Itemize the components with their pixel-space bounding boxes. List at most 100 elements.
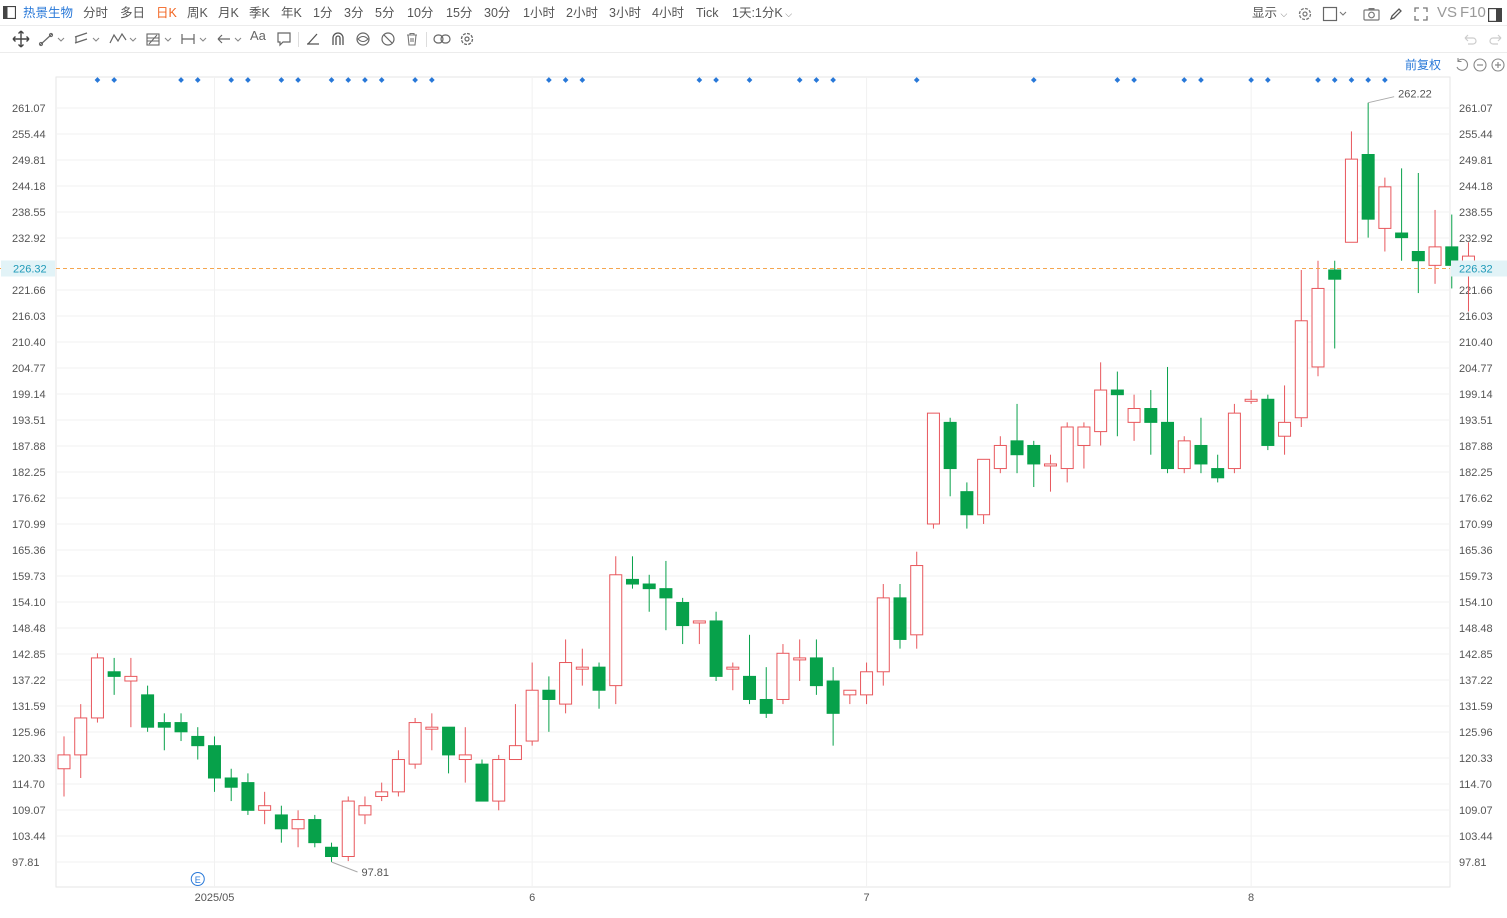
candle-body[interactable] (508, 745, 522, 761)
redo-icon[interactable] (1488, 29, 1504, 49)
period-tab-18[interactable]: 1天:1分K ⌵ (732, 0, 792, 26)
candle-body[interactable] (625, 578, 639, 585)
period-tab-7[interactable]: 1分 (313, 0, 332, 26)
candle-body[interactable] (207, 745, 221, 779)
settings-icon[interactable] (459, 29, 475, 49)
period-tab-10[interactable]: 10分 (407, 0, 433, 26)
candle-body[interactable] (642, 583, 656, 590)
candle-body[interactable] (993, 444, 1007, 470)
stock-name[interactable]: 热景生物 (23, 0, 73, 26)
period-tab-11[interactable]: 15分 (446, 0, 472, 26)
candle-body[interactable] (809, 657, 823, 687)
line-icon[interactable] (38, 29, 66, 49)
period-tab-8[interactable]: 3分 (344, 0, 363, 26)
candle-body[interactable] (960, 491, 974, 516)
reset-icon[interactable] (1454, 57, 1470, 73)
settings-icon[interactable] (1297, 4, 1313, 24)
fullscreen-icon[interactable] (1413, 4, 1429, 24)
link-icon[interactable] (433, 29, 451, 49)
candle-body[interactable] (90, 657, 104, 719)
trash-icon[interactable] (404, 29, 420, 49)
candle-body[interactable] (826, 680, 840, 714)
candle-body[interactable] (224, 777, 238, 788)
candle-body[interactable] (676, 601, 690, 627)
fib-icon[interactable] (145, 29, 173, 49)
candle-body[interactable] (910, 565, 924, 636)
zoom-in-icon[interactable] (1490, 57, 1506, 73)
candle-body[interactable] (1161, 421, 1175, 470)
candle-body[interactable] (1311, 287, 1325, 368)
candle-body[interactable] (492, 759, 506, 802)
candle-body[interactable] (408, 722, 422, 765)
candle-body[interactable] (759, 698, 773, 714)
magnet-icon[interactable] (330, 29, 346, 49)
candle-body[interactable] (1194, 444, 1208, 465)
candle-body[interactable] (1127, 408, 1141, 423)
candle-body[interactable] (1278, 421, 1292, 437)
menu-icon[interactable] (2, 5, 16, 19)
period-tab-4[interactable]: 月K (218, 0, 239, 26)
candle-body[interactable] (1294, 320, 1308, 419)
candle-body[interactable] (1361, 154, 1375, 220)
arrow-icon[interactable] (216, 29, 244, 49)
candle-body[interactable] (124, 675, 138, 682)
candle-body[interactable] (341, 800, 355, 858)
vs-button[interactable]: VS (1437, 0, 1457, 26)
candle-body[interactable] (57, 754, 71, 770)
candle-body[interactable] (860, 671, 874, 696)
period-tab-5[interactable]: 季K (249, 0, 270, 26)
period-tab-9[interactable]: 5分 (375, 0, 394, 26)
pen-icon[interactable] (305, 29, 321, 49)
candle-body[interactable] (1344, 158, 1358, 243)
candle-body[interactable] (375, 791, 389, 797)
candle-body[interactable] (559, 662, 573, 705)
candle-body[interactable] (1177, 440, 1191, 470)
candle-body[interactable] (692, 620, 706, 624)
candle-body[interactable] (1211, 468, 1225, 479)
measure-icon[interactable] (180, 29, 210, 49)
candle-body[interactable] (575, 666, 589, 670)
period-tab-14[interactable]: 2小时 (566, 0, 598, 26)
period-tab-6[interactable]: 年K (281, 0, 302, 26)
period-tab-1[interactable]: 多日 (120, 0, 145, 26)
panel-icon[interactable] (1488, 5, 1502, 25)
eye-icon[interactable] (355, 29, 371, 49)
candle-body[interactable] (274, 814, 288, 830)
candle-body[interactable] (1411, 250, 1425, 262)
candle-body[interactable] (308, 819, 322, 844)
candle-body[interactable] (977, 458, 991, 516)
candle-body[interactable] (258, 805, 272, 811)
candle-body[interactable] (241, 782, 255, 811)
candle-body[interactable] (1060, 426, 1074, 470)
move-icon[interactable] (12, 29, 30, 49)
candle-body[interactable] (1010, 440, 1024, 456)
candle-body[interactable] (1395, 232, 1409, 239)
candle-body[interactable] (793, 657, 807, 661)
candle-body[interactable] (1027, 444, 1041, 465)
layout-dropdown[interactable] (1322, 4, 1348, 24)
period-tab-0[interactable]: 分时 (83, 0, 108, 26)
candlestick-chart[interactable]: 261.07 261.07 255.44 255.44 249.81 249.81 244.… (0, 0, 1507, 918)
period-tab-15[interactable]: 3小时 (609, 0, 641, 26)
camera-icon[interactable] (1363, 4, 1380, 24)
candle-body[interactable] (592, 666, 606, 691)
text-icon[interactable]: Aa (250, 26, 266, 46)
candle-body[interactable] (525, 689, 539, 742)
candle-body[interactable] (174, 722, 188, 733)
undo-icon[interactable] (1462, 29, 1478, 49)
period-tab-3[interactable]: 周K (187, 0, 208, 26)
candle-body[interactable] (542, 689, 556, 700)
candle-body[interactable] (726, 666, 740, 670)
candle-body[interactable] (191, 735, 205, 747)
candle-body[interactable] (425, 726, 439, 730)
candle-body[interactable] (1227, 412, 1241, 470)
candle-body[interactable] (1378, 186, 1392, 229)
candle-body[interactable] (876, 597, 890, 673)
candle-body[interactable] (1144, 408, 1158, 423)
period-tab-16[interactable]: 4小时 (652, 0, 684, 26)
candle-body[interactable] (1094, 389, 1108, 433)
channel-icon[interactable] (73, 29, 101, 49)
hide-icon[interactable] (380, 29, 396, 49)
period-tab-2[interactable]: 日K (156, 0, 177, 26)
candle-body[interactable] (107, 671, 121, 677)
